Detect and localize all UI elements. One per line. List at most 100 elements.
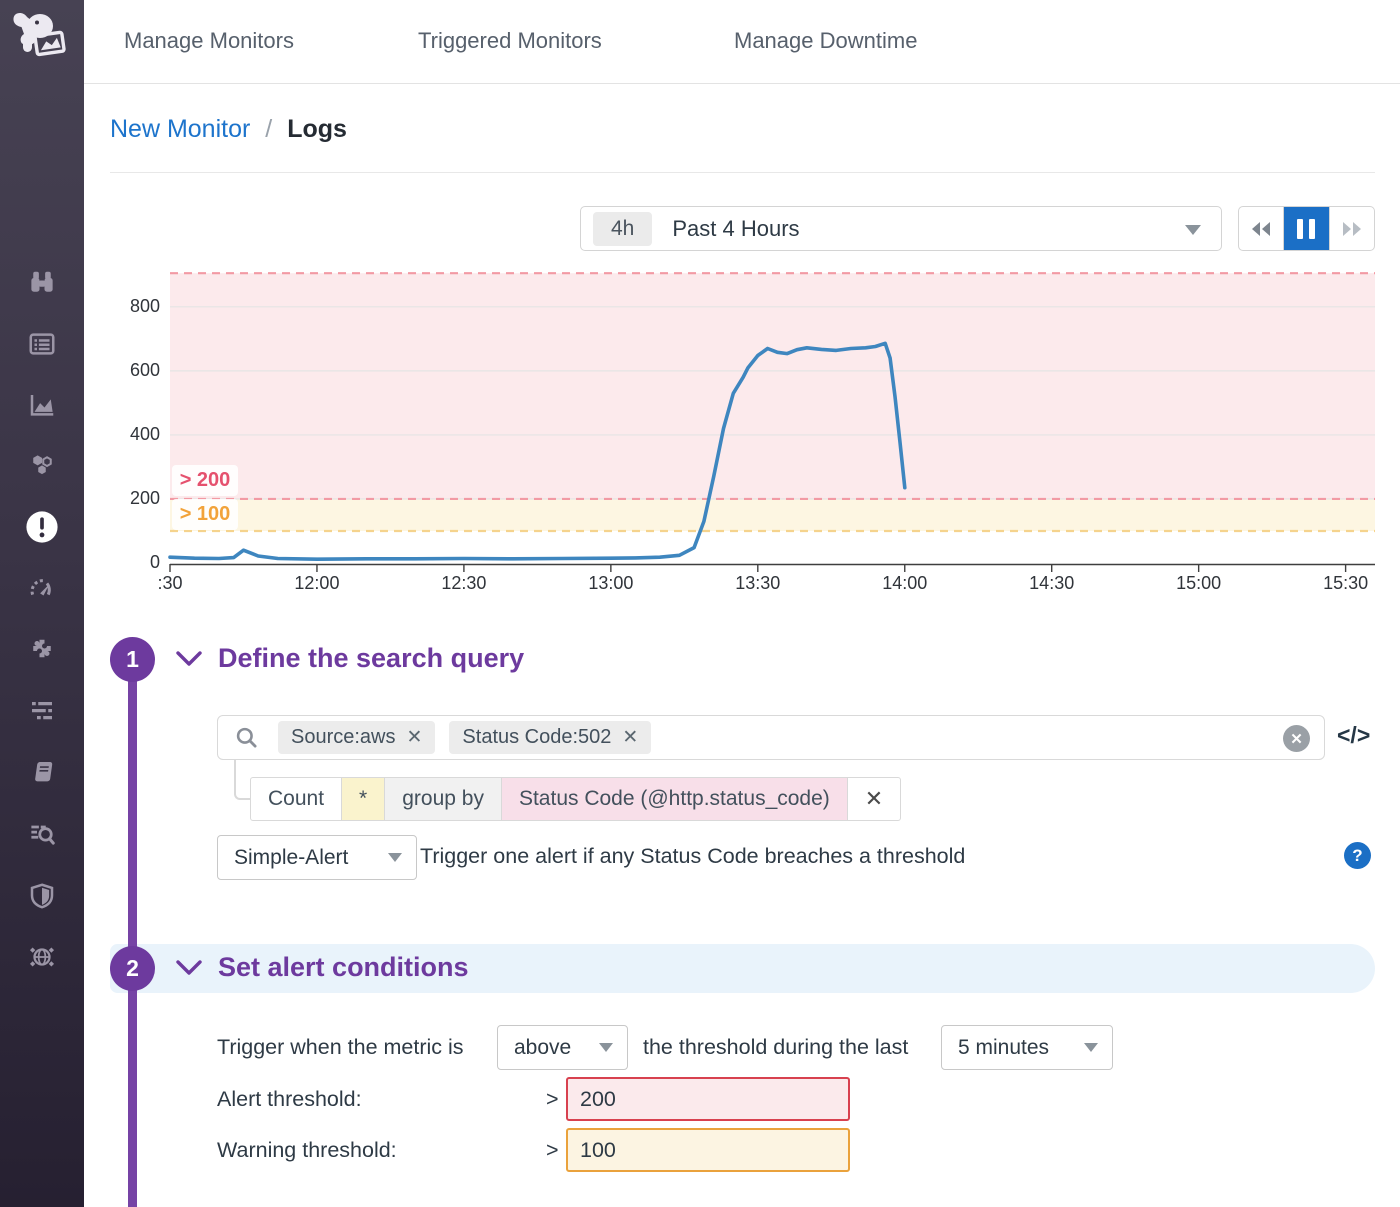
time-range-select[interactable]: 4h Past 4 Hours: [580, 206, 1222, 251]
monitor-preview-chart[interactable]: [170, 270, 1375, 580]
step-1-badge: 1: [110, 637, 155, 682]
alert-threshold-chart-label: > 200: [172, 465, 238, 496]
chart-canvas: [170, 270, 1375, 580]
alert-threshold-operator: >: [546, 1087, 559, 1112]
code-editor-toggle-icon[interactable]: </>: [1337, 722, 1370, 749]
divider: [110, 172, 1375, 173]
section-1-title: Define the search query: [218, 643, 524, 674]
sidebar-item-dashboards[interactable]: [22, 324, 62, 364]
alert-type-select[interactable]: Simple-Alert: [217, 835, 417, 880]
chevron-down-icon: [1185, 225, 1201, 235]
trigger-condition-middle: the threshold during the last: [643, 1035, 908, 1060]
top-nav: Manage Monitors Triggered Monitors Manag…: [84, 0, 1400, 84]
puzzle-piece-icon: [27, 636, 57, 666]
comparison-select[interactable]: above: [497, 1025, 628, 1070]
sidebar-item-metrics[interactable]: [22, 385, 62, 425]
x-axis-tick: 15:30: [1301, 573, 1391, 594]
notebook-icon: [27, 757, 57, 787]
help-icon[interactable]: ?: [1344, 842, 1371, 869]
playback-controls: [1238, 206, 1375, 251]
sidebar-item-integrations[interactable]: [22, 631, 62, 671]
chevron-down-icon: [388, 853, 402, 862]
alert-type-selected-value: Simple-Alert: [234, 846, 348, 870]
search-icon: [234, 725, 260, 751]
sidebar-item-notebook[interactable]: [22, 752, 62, 792]
collapse-section-2-chevron-icon[interactable]: [176, 960, 202, 976]
y-axis-tick: 800: [95, 296, 160, 317]
remove-tag-icon[interactable]: ✕: [622, 726, 638, 749]
pipeline-bars-icon: [27, 697, 57, 727]
warning-threshold-chart-label: > 100: [172, 499, 238, 530]
count-field-selector[interactable]: *: [341, 777, 385, 821]
warning-threshold-operator: >: [546, 1138, 559, 1163]
x-axis-tick: 14:30: [1007, 573, 1097, 594]
y-axis-tick: 200: [95, 488, 160, 509]
collapse-section-1-chevron-icon[interactable]: [176, 651, 202, 667]
globe-network-icon: [27, 942, 57, 972]
breadcrumb-parent-link[interactable]: New Monitor: [110, 115, 250, 143]
query-branch-connector: [234, 759, 250, 800]
tab-manage-monitors[interactable]: Manage Monitors: [124, 28, 294, 54]
pause-icon: [1297, 219, 1303, 239]
log-search-input[interactable]: Source:aws ✕ Status Code:502 ✕ ✕: [217, 715, 1325, 760]
step-2-badge: 2: [110, 946, 155, 991]
sidebar-item-log-explorer[interactable]: [22, 815, 62, 855]
fast-forward-icon: [1341, 221, 1363, 237]
step-2-number: 2: [126, 955, 139, 982]
step-1-number: 1: [126, 646, 139, 673]
alert-exclamation-icon: [25, 510, 59, 544]
sidebar-item-synthetics[interactable]: [22, 937, 62, 977]
clear-search-icon[interactable]: ✕: [1283, 725, 1310, 752]
fast-forward-button[interactable]: [1329, 207, 1374, 250]
page-title: Logs: [287, 115, 347, 143]
x-axis-tick: 12:30: [419, 573, 509, 594]
alert-threshold-input[interactable]: [566, 1077, 850, 1121]
group-by-label: group by: [384, 777, 502, 821]
sidebar-item-watchdog[interactable]: [22, 263, 62, 303]
filter-tag-source-label: Source:aws: [291, 726, 396, 749]
sidebar: [0, 0, 84, 1207]
filter-tag-status-code[interactable]: Status Code:502 ✕: [449, 721, 651, 754]
sidebar-item-infrastructure[interactable]: [22, 446, 62, 486]
time-window-select[interactable]: 5 minutes: [941, 1025, 1113, 1070]
remove-tag-icon[interactable]: ✕: [407, 726, 423, 749]
tab-triggered-monitors[interactable]: Triggered Monitors: [418, 28, 602, 54]
y-axis-tick: 400: [95, 424, 160, 445]
chevron-down-icon: [1084, 1043, 1098, 1052]
pause-button[interactable]: [1283, 207, 1328, 250]
monitor-editor-page: Manage Monitors Triggered Monitors Manag…: [0, 0, 1400, 1207]
warning-threshold-label: Warning threshold:: [217, 1138, 397, 1163]
aggregation-row: Count * group by Status Code (@http.stat…: [250, 777, 901, 821]
breadcrumb: New Monitor / Logs: [110, 115, 347, 144]
chevron-down-icon: [599, 1043, 613, 1052]
dashboard-list-icon: [27, 329, 57, 359]
y-axis-tick: 600: [95, 360, 160, 381]
shield-icon: [27, 881, 57, 911]
datadog-logo[interactable]: [10, 8, 74, 77]
hexagons-icon: [27, 451, 57, 481]
warning-threshold-input[interactable]: [566, 1128, 850, 1172]
rewind-icon: [1250, 221, 1272, 237]
sidebar-item-pipelines[interactable]: [22, 692, 62, 732]
breadcrumb-separator: /: [257, 115, 280, 143]
x-axis-tick: 13:30: [713, 573, 803, 594]
sidebar-item-monitors-active[interactable]: [22, 507, 62, 547]
step-connector-line: [128, 660, 137, 1207]
group-by-value[interactable]: Status Code (@http.status_code): [501, 777, 848, 821]
remove-group-by-icon[interactable]: ✕: [847, 777, 901, 821]
time-range-label: Past 4 Hours: [672, 216, 799, 242]
gauge-icon: [27, 574, 57, 604]
time-window-selected-value: 5 minutes: [958, 1036, 1049, 1060]
filter-tag-source[interactable]: Source:aws ✕: [278, 721, 435, 754]
filter-tag-status-code-label: Status Code:502: [462, 726, 611, 749]
sidebar-item-apm[interactable]: [22, 569, 62, 609]
x-axis-tick: 14:00: [860, 573, 950, 594]
alert-type-description: Trigger one alert if any Status Code bre…: [420, 844, 965, 869]
area-chart-icon: [27, 390, 57, 420]
count-selector[interactable]: Count: [250, 777, 342, 821]
sidebar-item-security[interactable]: [22, 876, 62, 916]
y-axis-tick: 0: [95, 552, 160, 573]
rewind-button[interactable]: [1239, 207, 1283, 250]
x-axis-tick: 12:00: [272, 573, 362, 594]
tab-manage-downtime[interactable]: Manage Downtime: [734, 28, 917, 54]
